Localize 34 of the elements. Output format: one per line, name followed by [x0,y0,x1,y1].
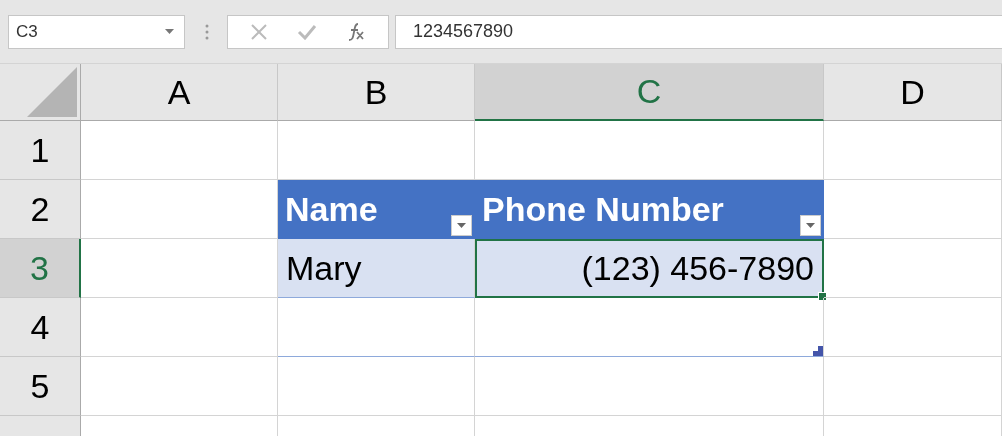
empty-cell[interactable] [824,357,1002,416]
filter-button[interactable] [451,215,472,236]
table-cell[interactable]: Mary [278,239,475,298]
row-header[interactable]: 5 [0,357,81,416]
column-header[interactable]: C [475,64,824,121]
fill-handle[interactable] [818,292,827,301]
empty-cell[interactable] [475,357,824,416]
dropdown-caret-icon [165,29,174,34]
select-all-corner[interactable] [0,64,81,121]
grip-dots-icon [205,23,209,40]
name-box[interactable]: C3 [8,14,185,49]
column-header[interactable]: A [81,64,278,121]
table-header-cell[interactable]: Name [278,180,475,239]
row-header[interactable]: 1 [0,121,81,180]
table-header-cell[interactable]: Phone Number [475,180,824,239]
empty-cell[interactable] [278,357,475,416]
filter-button[interactable] [800,215,821,236]
column-header[interactable]: B [278,64,475,121]
table-cell[interactable] [278,298,475,357]
formula-bar-field[interactable]: 1234567890 [395,14,1002,49]
row-header[interactable]: 4 [0,298,81,357]
table-cell[interactable] [475,298,824,357]
dropdown-caret-icon [806,223,815,228]
checkmark-icon[interactable] [297,23,317,40]
row-header[interactable]: 2 [0,180,81,239]
resize-handle-icon[interactable] [813,346,823,356]
row-header[interactable]: 3 [0,239,81,298]
table-cell[interactable]: (123) 456-7890 [475,239,824,298]
dropdown-caret-icon [457,223,466,228]
column-header[interactable]: D [824,64,1002,121]
empty-cell[interactable] [824,298,1002,357]
cancel-icon[interactable] [250,22,269,41]
triangle-icon [27,67,77,117]
empty-cell[interactable] [824,121,1002,180]
